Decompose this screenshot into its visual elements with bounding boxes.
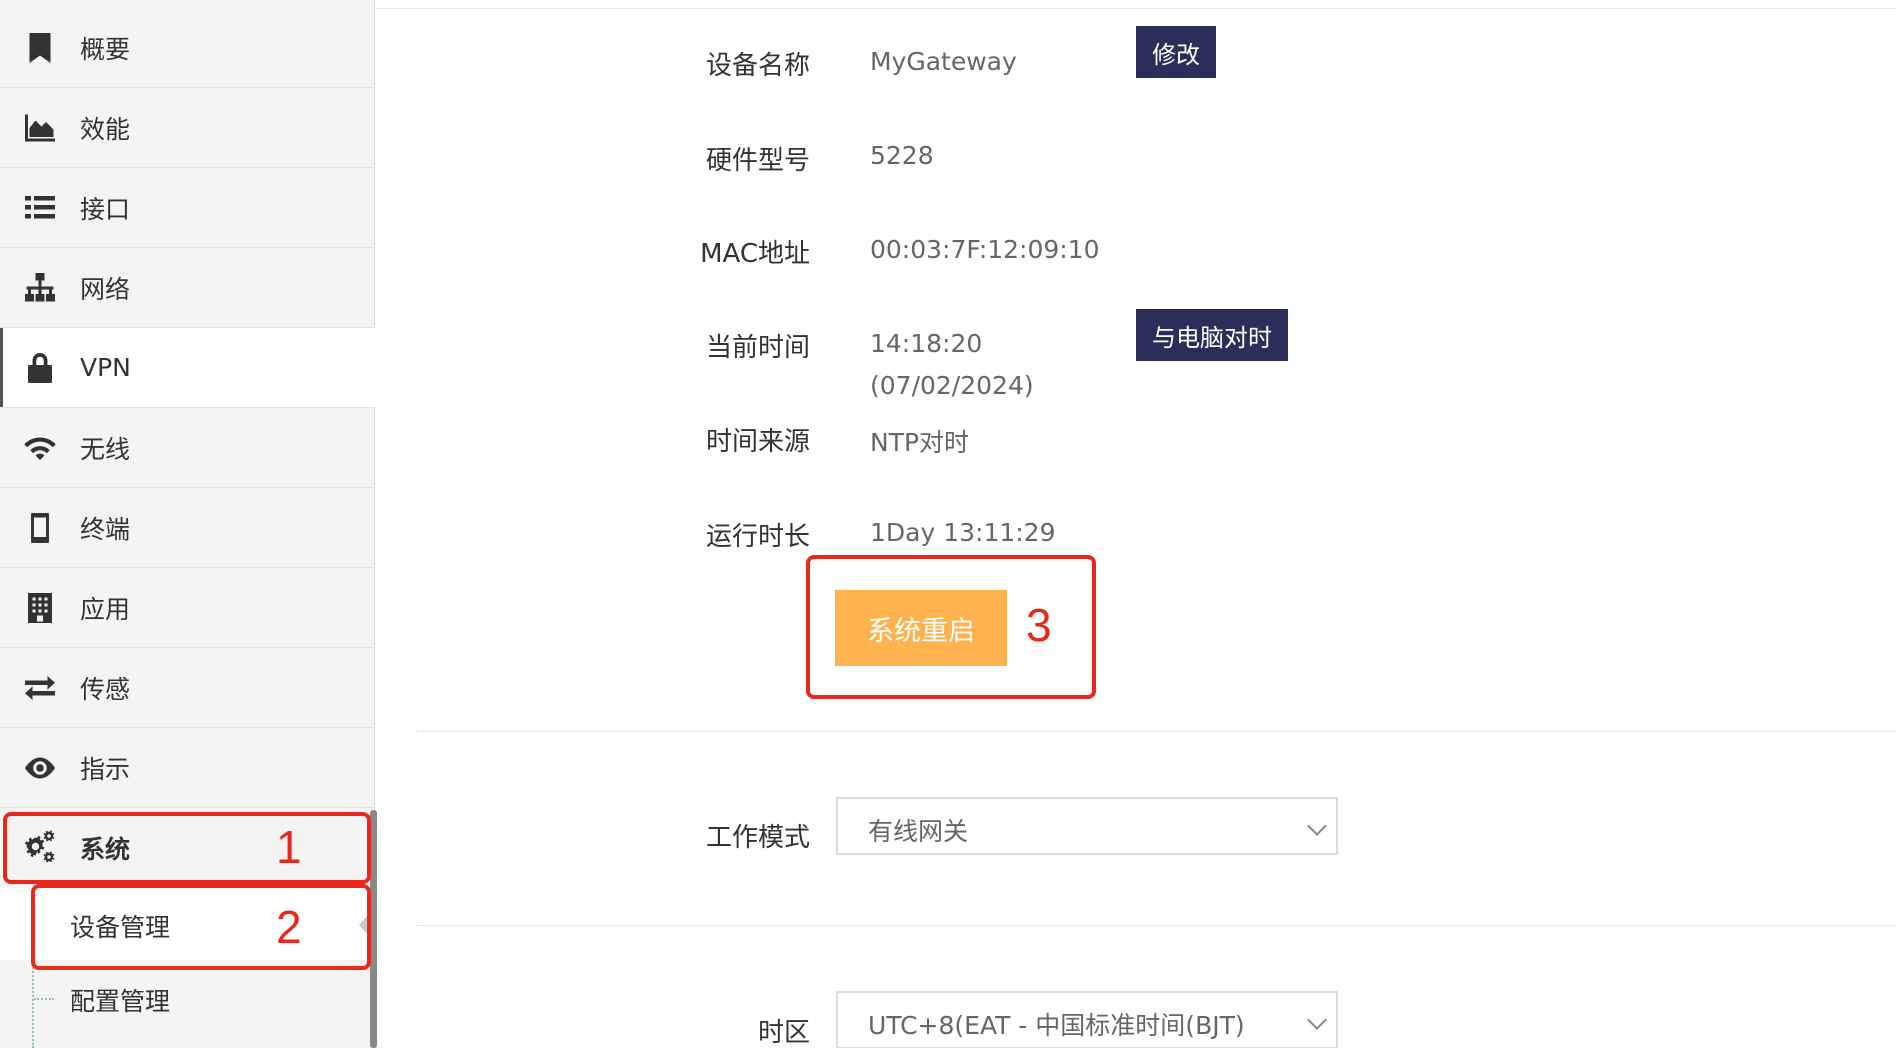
top-divider <box>376 8 1896 9</box>
sidebar-scrollbar[interactable] <box>370 810 377 1048</box>
annotation-box-2 <box>31 884 371 970</box>
sidebar-item-label: VPN <box>80 353 131 382</box>
sidebar-item-label: 接口 <box>80 194 131 224</box>
mac-address-label: MAC地址 <box>700 239 810 269</box>
section-divider <box>416 731 1896 732</box>
section-divider <box>416 925 1896 926</box>
chevron-down-icon <box>1307 816 1327 836</box>
tree-branch <box>34 998 54 1000</box>
exchange-icon <box>20 668 60 708</box>
edit-name-button[interactable]: 修改 <box>1136 26 1216 78</box>
sync-time-button[interactable]: 与电脑对时 <box>1136 309 1288 361</box>
sidebar-item-label: 传感 <box>80 674 131 704</box>
sidebar-item-interfaces[interactable]: 接口 <box>0 168 375 248</box>
timezone-select[interactable]: UTC+8(EAT - 中国标准时间(BJT) <box>836 991 1338 1048</box>
list-icon <box>20 188 60 228</box>
hardware-model-label: 硬件型号 <box>705 146 810 176</box>
annotation-number-1: 1 <box>276 821 302 873</box>
sidebar-subitem-label: 配置管理 <box>70 987 171 1016</box>
sidebar-item-label: 指示 <box>80 754 131 784</box>
lock-icon <box>20 348 60 388</box>
mobile-icon <box>20 508 60 548</box>
annotation-box-3 <box>806 555 1096 699</box>
sidebar-item-sensors[interactable]: 传感 <box>0 648 375 728</box>
bookmark-icon <box>20 28 60 68</box>
sidebar-item-label: 应用 <box>80 594 131 624</box>
uptime-label: 运行时长 <box>705 522 810 552</box>
sidebar-item-label: 网络 <box>80 274 131 304</box>
tree-line <box>32 960 34 1048</box>
sidebar-item-performance[interactable]: 效能 <box>0 88 375 168</box>
current-date-value: (07/02/2024) <box>870 371 1034 400</box>
device-name-label: 设备名称 <box>705 51 810 81</box>
sitemap-icon <box>20 268 60 308</box>
sidebar-subitem-config-management[interactable]: 配置管理 <box>0 960 375 1048</box>
annotation-number-2: 2 <box>276 901 302 953</box>
building-icon <box>20 588 60 628</box>
annotation-box-1 <box>3 812 371 884</box>
work-mode-label: 工作模式 <box>705 823 810 853</box>
current-time-value: 14:18:20 <box>870 329 983 358</box>
sidebar-item-terminals[interactable]: 终端 <box>0 488 375 568</box>
work-mode-value: 有线网关 <box>868 817 969 846</box>
chevron-down-icon <box>1307 1010 1327 1030</box>
sidebar-item-indicators[interactable]: 指示 <box>0 728 375 808</box>
sidebar-item-wireless[interactable]: 无线 <box>0 408 375 488</box>
time-source-label: 时间来源 <box>705 427 810 457</box>
hardware-model-value: 5228 <box>870 141 934 170</box>
sidebar-item-apps[interactable]: 应用 <box>0 568 375 648</box>
current-time-label: 当前时间 <box>705 333 810 363</box>
timezone-label: 时区 <box>757 1018 810 1048</box>
eye-icon <box>20 748 60 788</box>
sidebar-item-vpn[interactable]: VPN <box>0 328 375 408</box>
time-source-value: NTP对时 <box>870 428 970 457</box>
uptime-value: 1Day 13:11:29 <box>870 518 1056 547</box>
device-name-value: MyGateway <box>870 47 1017 76</box>
sidebar-item-label: 无线 <box>80 434 131 464</box>
sidebar-item-label: 效能 <box>80 114 131 144</box>
work-mode-select[interactable]: 有线网关 <box>836 797 1338 855</box>
annotation-number-3: 3 <box>1026 599 1052 651</box>
sidebar-item-network[interactable]: 网络 <box>0 248 375 328</box>
sidebar-item-overview[interactable]: 概要 <box>0 8 375 88</box>
sidebar-item-label: 终端 <box>80 514 131 544</box>
timezone-value: UTC+8(EAT - 中国标准时间(BJT) <box>868 1011 1245 1040</box>
mac-address-value: 00:03:7F:12:09:10 <box>870 235 1100 264</box>
area-chart-icon <box>20 108 60 148</box>
wifi-icon <box>20 428 60 468</box>
sidebar-item-label: 概要 <box>80 34 131 64</box>
